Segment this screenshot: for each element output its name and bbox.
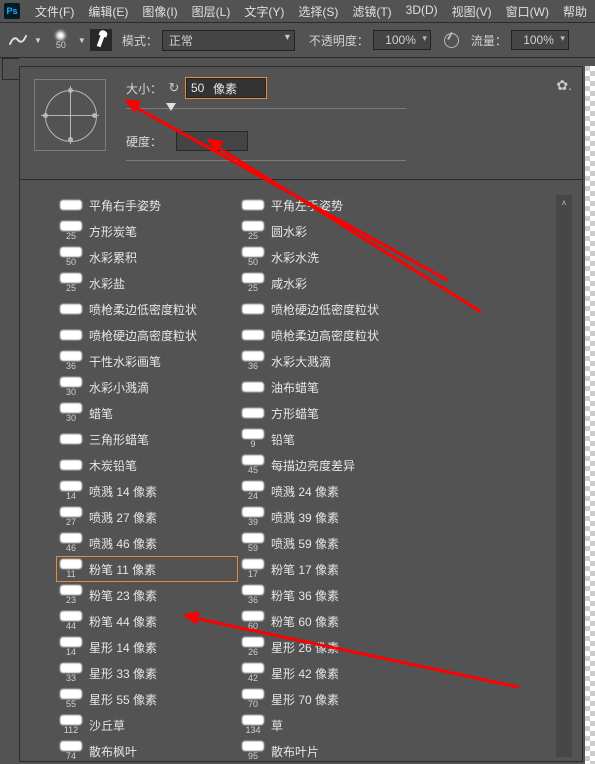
menu-item[interactable]: 帮助 — [556, 3, 594, 20]
brush-preset-item[interactable]: 36粉笔 36 像素 — [238, 582, 420, 608]
brush-preset-item[interactable]: 11粉笔 11 像素 — [56, 556, 238, 582]
ps-logo: Ps — [4, 3, 20, 19]
menu-item[interactable]: 选择(S) — [291, 3, 345, 20]
brush-preset-item[interactable]: 25圆水彩 — [238, 218, 420, 244]
menu-item[interactable]: 文字(Y) — [237, 3, 291, 20]
pressure-opacity-toggle[interactable] — [441, 29, 463, 51]
brush-preset-item[interactable]: 14喷溅 14 像素 — [56, 478, 238, 504]
tool-options-bar: ▼ 50 ▼ 模式： 正常 不透明度： 100% 流量： 100% — [0, 22, 595, 58]
menu-item[interactable]: 图像(I) — [135, 3, 184, 20]
opacity-label: 不透明度： — [309, 32, 369, 49]
menu-item[interactable]: 文件(F) — [28, 3, 81, 20]
brush-preset-item[interactable]: 30蜡笔 — [56, 400, 238, 426]
brush-preset-item[interactable]: 喷枪硬边高密度粒状 — [56, 322, 238, 348]
canvas-edge — [585, 66, 595, 764]
brush-preset-item[interactable]: 70星形 70 像素 — [238, 686, 420, 712]
brush-preset-item[interactable]: 平角左手姿势 — [238, 192, 420, 218]
brush-preset-item[interactable]: 26星形 26 像素 — [238, 634, 420, 660]
hardness-field[interactable] — [176, 131, 248, 151]
mode-select[interactable]: 正常 — [162, 30, 295, 51]
brush-preset-item[interactable]: 23粉笔 23 像素 — [56, 582, 238, 608]
brush-preset-item[interactable]: 30水彩小溅滴 — [56, 374, 238, 400]
reset-size-icon[interactable]: ↻ — [166, 80, 182, 96]
brush-preset-item[interactable]: 25水彩盐 — [56, 270, 238, 296]
menu-item[interactable]: 滤镜(T) — [345, 3, 398, 20]
brush-preset-item[interactable]: 50水彩水洗 — [238, 244, 420, 270]
brush-preset-item[interactable]: 油布蜡笔 — [238, 374, 420, 400]
menubar: Ps 文件(F)编辑(E)图像(I)图层(L)文字(Y)选择(S)滤镜(T)3D… — [0, 0, 595, 22]
brush-preset-item[interactable]: 27喷溅 27 像素 — [56, 504, 238, 530]
brush-preset-item[interactable]: 喷枪硬边低密度粒状 — [238, 296, 420, 322]
brush-preset-item[interactable]: 17粉笔 17 像素 — [238, 556, 420, 582]
brush-preset-item[interactable]: 24喷溅 24 像素 — [238, 478, 420, 504]
brush-preset-item[interactable]: 60粉笔 60 像素 — [238, 608, 420, 634]
brush-preset-item[interactable]: 33星形 33 像素 — [56, 660, 238, 686]
brush-preset-item[interactable]: 74散布枫叶 — [56, 738, 238, 759]
mode-label: 模式： — [122, 32, 158, 49]
brush-preset-item[interactable]: 25咸水彩 — [238, 270, 420, 296]
brush-preset-item[interactable]: 112沙丘草 — [56, 712, 238, 738]
brush-preset-item[interactable]: 25方形炭笔 — [56, 218, 238, 244]
size-field[interactable]: 50 像素 — [186, 78, 266, 98]
brush-preset-item[interactable]: 59喷溅 59 像素 — [238, 530, 420, 556]
brush-preset-item[interactable]: 36水彩大溅滴 — [238, 348, 420, 374]
brush-preset-item[interactable]: 木炭铅笔 — [56, 452, 238, 478]
brush-preset-item[interactable]: 50水彩累积 — [56, 244, 238, 270]
panel-tab — [2, 58, 19, 80]
menu-item[interactable]: 视图(V) — [445, 3, 499, 20]
brush-preset-item[interactable]: 42星形 42 像素 — [238, 660, 420, 686]
gear-icon[interactable]: ✿. — [556, 77, 572, 94]
brush-preset-item[interactable]: 14星形 14 像素 — [56, 634, 238, 660]
brush-preset-item[interactable]: 134草 — [238, 712, 420, 738]
scrollbar[interactable]: ʌ — [556, 195, 572, 757]
brush-preset-item[interactable]: 9铅笔 — [238, 426, 420, 452]
brush-list: 平角右手姿势平角左手姿势25方形炭笔25圆水彩50水彩累积50水彩水洗25水彩盐… — [56, 192, 546, 759]
brush-panel-toggle[interactable] — [90, 29, 112, 51]
brush-preset-item[interactable]: 喷枪柔边低密度粒状 — [56, 296, 238, 322]
brush-tip-preview[interactable] — [34, 79, 106, 151]
brush-preset-item[interactable]: 46喷溅 46 像素 — [56, 530, 238, 556]
brush-preset-item[interactable]: 55星形 55 像素 — [56, 686, 238, 712]
brush-preset-picker[interactable]: 50 — [46, 26, 76, 54]
brush-preset-item[interactable]: 平角右手姿势 — [56, 192, 238, 218]
menu-item[interactable]: 图层(L) — [185, 3, 238, 20]
brush-preset-item[interactable]: 44粉笔 44 像素 — [56, 608, 238, 634]
flow-label: 流量： — [471, 32, 507, 49]
size-slider[interactable] — [126, 101, 406, 115]
menu-item[interactable]: 窗口(W) — [499, 3, 556, 20]
brush-preset-panel: 大小： ↻ 50 像素 硬度： — [19, 66, 583, 762]
brush-preset-item[interactable]: 45每描边亮度差异 — [238, 452, 420, 478]
flow-field[interactable]: 100% — [511, 30, 569, 50]
brush-preset-item[interactable]: 95散布叶片 — [238, 738, 420, 759]
hardness-label: 硬度： — [126, 133, 166, 150]
menu-item[interactable]: 编辑(E) — [81, 3, 135, 20]
preset-chevron-icon[interactable]: ▼ — [78, 36, 86, 45]
tool-chevron-icon[interactable]: ▼ — [34, 36, 42, 45]
scroll-up-icon[interactable]: ʌ — [556, 195, 572, 209]
hardness-slider[interactable] — [126, 153, 406, 167]
brush-tool-icon[interactable] — [6, 28, 30, 52]
size-label: 大小： — [126, 80, 166, 97]
menu-item[interactable]: 3D(D) — [399, 3, 445, 20]
brush-preset-item[interactable]: 喷枪柔边高密度粒状 — [238, 322, 420, 348]
opacity-field[interactable]: 100% — [373, 30, 431, 50]
brush-preset-item[interactable]: 36干性水彩画笔 — [56, 348, 238, 374]
brush-preset-item[interactable]: 三角形蜡笔 — [56, 426, 238, 452]
brush-preset-item[interactable]: 方形蜡笔 — [238, 400, 420, 426]
brush-preset-item[interactable]: 39喷溅 39 像素 — [238, 504, 420, 530]
